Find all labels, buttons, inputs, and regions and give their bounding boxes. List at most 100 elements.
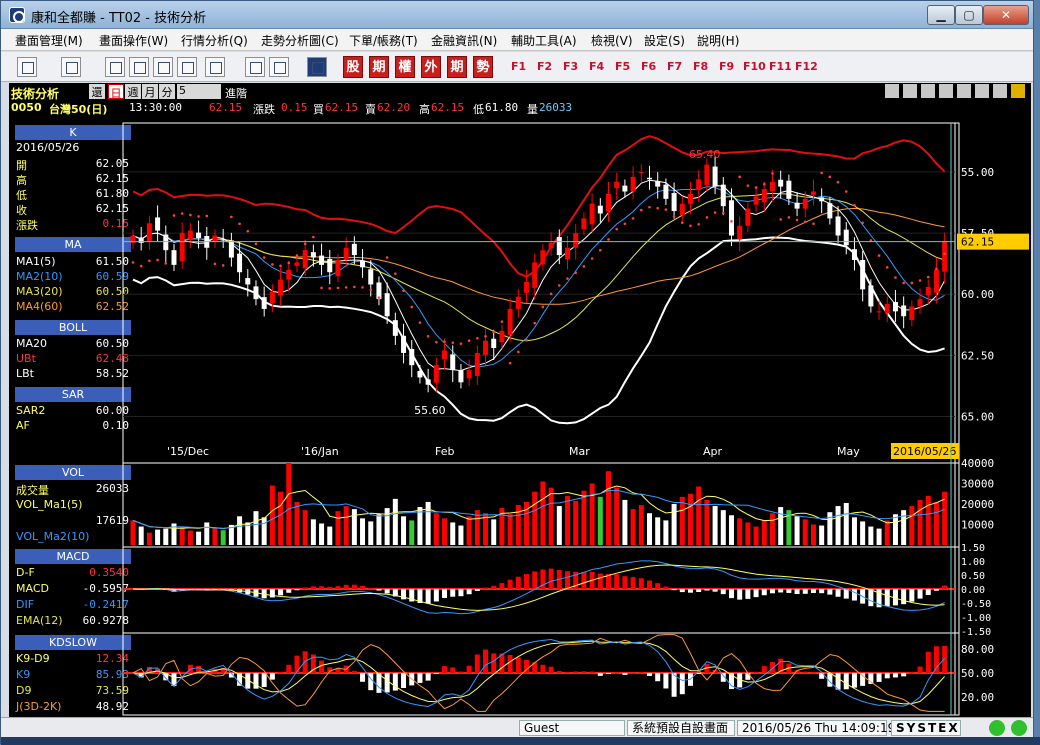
minimize-button[interactable]: ▁ bbox=[927, 5, 955, 25]
maximize-button[interactable]: ▢ bbox=[955, 5, 983, 25]
kd-histogram-bar bbox=[565, 671, 571, 673]
screen-icon[interactable] bbox=[269, 57, 289, 77]
macd-histogram-bar bbox=[712, 589, 718, 592]
volume-bar bbox=[917, 499, 923, 545]
kd-histogram-bar bbox=[294, 655, 300, 673]
candle-body bbox=[540, 250, 546, 265]
menu-trend-chart[interactable]: 走勢分析圖(C) bbox=[261, 32, 339, 49]
candle-body bbox=[769, 181, 775, 192]
tile-icon[interactable] bbox=[153, 57, 173, 77]
menu-settings[interactable]: 設定(S) bbox=[644, 32, 685, 49]
candle-body bbox=[638, 171, 644, 173]
sar-dot bbox=[287, 261, 291, 265]
f2-button[interactable]: F2 bbox=[537, 60, 552, 73]
macd-tick-label: 0.50 bbox=[961, 571, 985, 582]
volume-bar bbox=[851, 517, 857, 545]
search-icon[interactable] bbox=[105, 57, 125, 77]
menu-help[interactable]: 說明(H) bbox=[697, 32, 739, 49]
f8-button[interactable]: F8 bbox=[693, 60, 708, 73]
volume-bar bbox=[401, 516, 407, 545]
title-bar[interactable]: 康和全都賺 - TT02 - 技術分析 ▁ ▢ ✕ bbox=[1, 1, 1033, 29]
date-tick-label: May bbox=[837, 445, 860, 458]
menu-view[interactable]: 檢視(V) bbox=[591, 32, 633, 49]
brand-logo-icon[interactable] bbox=[307, 57, 327, 77]
stock-button[interactable]: 股 bbox=[343, 56, 363, 78]
volume-bar bbox=[876, 528, 882, 545]
f4-button[interactable]: F4 bbox=[589, 60, 604, 73]
close-button[interactable]: ✕ bbox=[983, 5, 1029, 25]
calendar-icon[interactable] bbox=[177, 57, 197, 77]
print-icon[interactable] bbox=[61, 57, 81, 77]
f6-button[interactable]: F6 bbox=[641, 60, 656, 73]
technical-chart[interactable]: 65.4055.60 65.0062.5060.0057.5055.0062.1… bbox=[9, 83, 1031, 717]
date-tick-label: '16/Jan bbox=[301, 445, 339, 458]
f10-button[interactable]: F10 bbox=[743, 60, 766, 73]
volume-bar bbox=[933, 501, 939, 545]
menu-order[interactable]: 下單/帳務(T) bbox=[349, 32, 418, 49]
candle-body bbox=[392, 320, 398, 336]
candle-body bbox=[630, 176, 636, 192]
candle-body bbox=[606, 193, 612, 212]
candle-body bbox=[425, 379, 431, 385]
sar-dot bbox=[533, 321, 537, 325]
candle-body bbox=[851, 249, 857, 260]
f1-button[interactable]: F1 bbox=[511, 60, 526, 73]
candle-body bbox=[655, 181, 661, 187]
sar-dot bbox=[459, 342, 463, 345]
volume-bar bbox=[696, 486, 702, 545]
kd-histogram-bar bbox=[425, 673, 431, 681]
candle-body bbox=[196, 232, 202, 238]
candle-body bbox=[319, 255, 325, 265]
sar-dot bbox=[271, 263, 274, 266]
candle-body bbox=[909, 306, 915, 321]
f9-button[interactable]: F9 bbox=[719, 60, 734, 73]
link-icon[interactable] bbox=[245, 57, 265, 77]
candle-body bbox=[179, 233, 185, 261]
candle-body bbox=[614, 181, 620, 189]
f11-button[interactable]: F11 bbox=[769, 60, 792, 73]
foreign-button[interactable]: 外 bbox=[421, 56, 441, 78]
kd-histogram-bar bbox=[261, 673, 267, 688]
candle-body bbox=[835, 216, 841, 236]
kd-histogram-bar bbox=[810, 672, 816, 674]
close-window-icon[interactable] bbox=[129, 57, 149, 77]
period-button[interactable]: 期 bbox=[447, 56, 467, 78]
volume-bar bbox=[433, 513, 439, 545]
kd-histogram-bar bbox=[450, 667, 456, 673]
kd-histogram-bar bbox=[589, 671, 595, 673]
layout-icon[interactable] bbox=[17, 57, 37, 77]
trend-button[interactable]: 勢 bbox=[473, 56, 493, 78]
f3-button[interactable]: F3 bbox=[563, 60, 578, 73]
volume-bar bbox=[310, 519, 316, 545]
macd-histogram-bar bbox=[679, 589, 685, 593]
options-button[interactable]: 權 bbox=[395, 56, 415, 78]
macd-histogram-bar bbox=[548, 568, 554, 589]
f5-button[interactable]: F5 bbox=[615, 60, 630, 73]
candle-body bbox=[778, 179, 784, 187]
volume-bar bbox=[146, 532, 152, 545]
menu-screen-manage[interactable]: 畫面管理(M) bbox=[15, 32, 83, 49]
menu-screen-operate[interactable]: 畫面操作(W) bbox=[99, 32, 168, 49]
sar-dot bbox=[279, 264, 282, 268]
menu-quotes[interactable]: 行情分析(Q) bbox=[181, 32, 248, 49]
volume-bar bbox=[769, 513, 775, 545]
menu-tools[interactable]: 輔助工具(A) bbox=[511, 32, 577, 49]
f7-button[interactable]: F7 bbox=[667, 60, 682, 73]
sar-dot bbox=[943, 252, 946, 256]
kd-histogram-bar bbox=[179, 671, 185, 673]
kd-histogram-bar bbox=[302, 651, 308, 673]
candle-body bbox=[237, 253, 243, 273]
candle-body bbox=[220, 239, 226, 241]
menu-finance-info[interactable]: 金融資訊(N) bbox=[431, 32, 497, 49]
kd-histogram-bar bbox=[630, 672, 636, 674]
futures-button[interactable]: 期 bbox=[369, 56, 389, 78]
sar-dot bbox=[902, 281, 905, 285]
sound-icon[interactable] bbox=[205, 57, 225, 77]
f12-button[interactable]: F12 bbox=[795, 60, 818, 73]
sar-dot bbox=[877, 254, 881, 257]
macd-histogram-bar bbox=[851, 589, 857, 601]
candle-body bbox=[343, 247, 349, 260]
candle-body bbox=[622, 185, 628, 192]
sar-dot bbox=[262, 256, 266, 259]
volume-bar bbox=[327, 526, 333, 545]
